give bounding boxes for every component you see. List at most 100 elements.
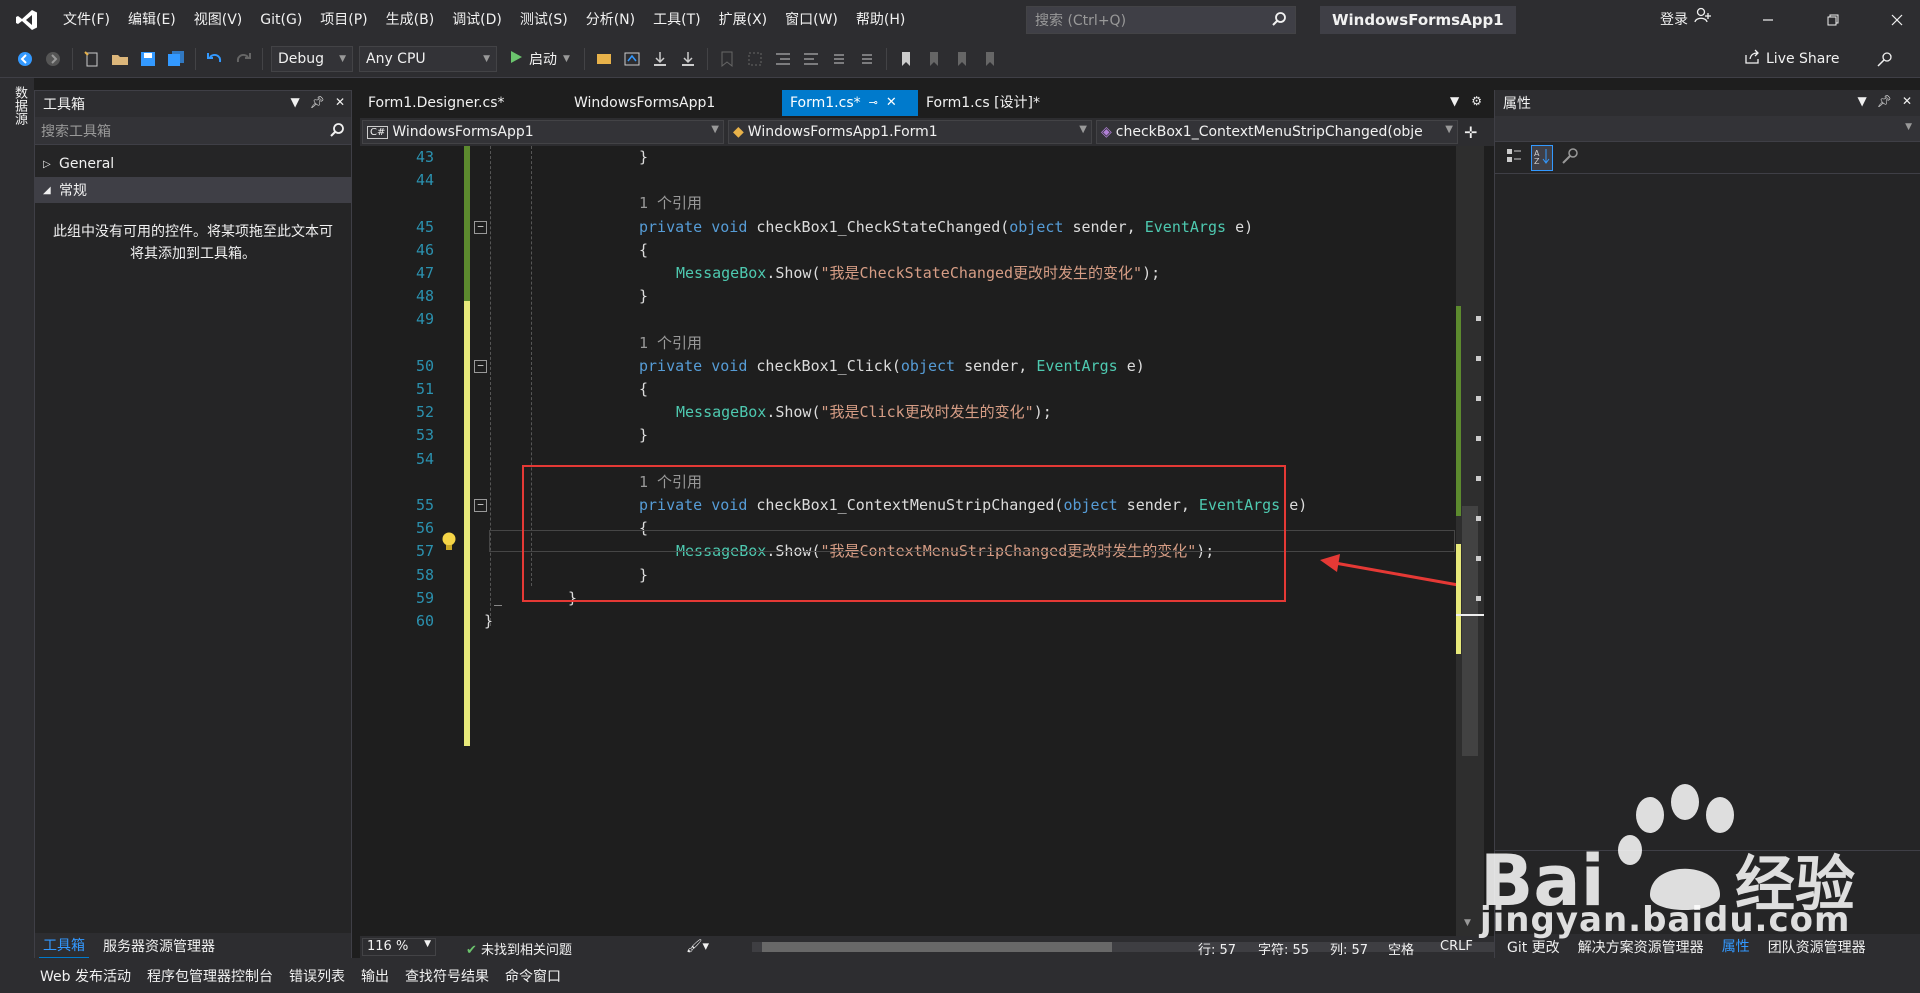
close-icon[interactable]: ✕ bbox=[335, 95, 345, 109]
login-button[interactable]: 登录 bbox=[1660, 0, 1712, 40]
menu-item[interactable]: 生成(B) bbox=[377, 0, 444, 40]
menu-item[interactable]: 扩展(X) bbox=[710, 0, 777, 40]
bottom-tool-window-tab[interactable]: 输出 bbox=[361, 966, 389, 986]
line-number: 49 bbox=[415, 310, 434, 329]
back-icon[interactable] bbox=[14, 48, 36, 70]
bottom-tool-window-tab[interactable]: 程序包管理器控制台 bbox=[147, 966, 273, 986]
toolbox-search-input[interactable]: 搜索工具箱 bbox=[35, 117, 351, 145]
lightbulb-icon[interactable] bbox=[440, 531, 458, 557]
search-input[interactable]: 搜索 (Ctrl+Q) bbox=[1026, 6, 1296, 34]
comment-icon[interactable] bbox=[828, 48, 850, 70]
toolbox-group-general[interactable]: ▷ General bbox=[35, 151, 351, 177]
class-dropdown[interactable]: ◆ WindowsFormsApp1.Form1 ▼ bbox=[728, 120, 1092, 144]
close-icon[interactable]: ✕ bbox=[886, 90, 897, 116]
menu-item[interactable]: Git(G) bbox=[251, 0, 311, 40]
menu-item[interactable]: 工具(T) bbox=[644, 0, 709, 40]
menu-item[interactable]: 测试(S) bbox=[511, 0, 577, 40]
chevron-down-icon: ▼ bbox=[424, 939, 431, 949]
close-button[interactable] bbox=[1874, 0, 1920, 40]
whitespace-indicator[interactable]: 空格 bbox=[1388, 939, 1414, 958]
tab-windowsformsapp1[interactable]: WindowsFormsApp1 bbox=[566, 90, 782, 116]
collapse-icon[interactable]: − bbox=[474, 359, 487, 373]
search-icon[interactable] bbox=[329, 122, 345, 142]
bottom-tool-window-tab[interactable]: 错误列表 bbox=[289, 966, 345, 986]
codelens-references[interactable]: 1 个引用 bbox=[639, 192, 702, 215]
split-window-icon[interactable]: ✛ bbox=[1464, 123, 1477, 142]
menu-item[interactable]: 窗口(W) bbox=[776, 0, 847, 40]
clear-bookmarks-icon[interactable] bbox=[979, 48, 1001, 70]
platform-select[interactable]: Any CPU ▼ bbox=[359, 45, 497, 72]
menu-item[interactable]: 帮助(H) bbox=[847, 0, 914, 40]
menu-item[interactable]: 文件(F) bbox=[54, 0, 119, 40]
property-pages-icon[interactable] bbox=[1561, 147, 1579, 169]
live-share-button[interactable]: Live Share bbox=[1744, 49, 1839, 69]
brush-icon[interactable]: 🖌︎▾ bbox=[686, 939, 709, 954]
codelens-references[interactable]: 1 个引用 bbox=[639, 332, 702, 355]
bottom-tool-window-tab[interactable]: Web 发布活动 bbox=[40, 966, 131, 986]
user-add-icon bbox=[1694, 0, 1712, 40]
tab-form1-design[interactable]: Form1.cs [设计]* bbox=[918, 90, 1098, 116]
tab-form1-cs[interactable]: Form1.cs* ⊸ ✕ bbox=[782, 90, 918, 116]
member-dropdown[interactable]: ◈ checkBox1_ContextMenuStripChanged(obje… bbox=[1096, 120, 1458, 144]
line-number: 59 bbox=[415, 588, 434, 607]
save-all-icon[interactable] bbox=[165, 48, 187, 70]
gear-icon[interactable]: ⚙ bbox=[1471, 94, 1482, 108]
bottom-tool-window-tab[interactable]: 查找符号结果 bbox=[405, 966, 489, 986]
bookmark-icon[interactable] bbox=[895, 48, 917, 70]
start-button[interactable]: 启动 ▼ bbox=[503, 49, 576, 69]
configuration-select[interactable]: Debug ▼ bbox=[271, 45, 353, 72]
collapse-icon[interactable]: − bbox=[474, 220, 487, 234]
toolbox-group-common[interactable]: ◢ 常规 bbox=[35, 177, 351, 203]
bookmark-toggle-icon[interactable] bbox=[716, 48, 738, 70]
project-dropdown[interactable]: C# WindowsFormsApp1 ▼ bbox=[362, 120, 724, 144]
horizontal-scrollbar[interactable] bbox=[752, 942, 1532, 952]
tab-toolbox[interactable]: 工具箱 bbox=[39, 933, 89, 959]
uncomment-icon[interactable] bbox=[856, 48, 878, 70]
collapse-icon[interactable]: − bbox=[474, 499, 487, 512]
minimize-button[interactable] bbox=[1745, 0, 1791, 40]
step-into-icon[interactable] bbox=[649, 48, 671, 70]
pin-icon[interactable]: ⊸ bbox=[869, 90, 878, 116]
outdent-icon[interactable] bbox=[800, 48, 822, 70]
menu-item[interactable]: 视图(V) bbox=[185, 0, 252, 40]
bottom-tool-window-tab[interactable]: 命令窗口 bbox=[505, 966, 561, 986]
forward-icon[interactable] bbox=[42, 48, 64, 70]
menu-item[interactable]: 编辑(E) bbox=[119, 0, 185, 40]
restore-button[interactable] bbox=[1810, 0, 1856, 40]
properties-object-select[interactable]: ▼ bbox=[1495, 116, 1920, 142]
next-bookmark-icon[interactable] bbox=[951, 48, 973, 70]
feedback-icon[interactable] bbox=[1876, 50, 1894, 72]
menu-item[interactable]: 分析(N) bbox=[577, 0, 644, 40]
data-sources-tab[interactable]: 数据源 bbox=[10, 86, 29, 125]
open-folder-icon[interactable] bbox=[109, 48, 131, 70]
panel-menu-icon[interactable]: ▼ bbox=[290, 95, 299, 109]
panel-menu-icon[interactable]: ▼ bbox=[1857, 94, 1866, 108]
alphabetical-icon[interactable]: AZ bbox=[1531, 144, 1553, 171]
visual-studio-logo-icon[interactable] bbox=[0, 0, 54, 40]
issues-indicator[interactable]: ✔ 未找到相关问题 bbox=[466, 939, 572, 958]
save-icon[interactable] bbox=[137, 48, 159, 70]
pin-icon[interactable]: 📌︎ bbox=[1877, 94, 1892, 108]
eol-indicator[interactable]: CRLF bbox=[1440, 939, 1473, 954]
undo-icon[interactable] bbox=[204, 48, 226, 70]
tab-server-explorer[interactable]: 服务器资源管理器 bbox=[99, 934, 219, 958]
menu-item[interactable]: 调试(D) bbox=[443, 0, 511, 40]
close-icon[interactable]: ✕ bbox=[1902, 94, 1912, 108]
indent-icon[interactable] bbox=[772, 48, 794, 70]
tab-list-icon[interactable]: ▼ bbox=[1450, 94, 1459, 108]
categorized-icon[interactable] bbox=[1505, 147, 1523, 169]
scrollbar-thumb[interactable] bbox=[1462, 506, 1478, 756]
scrollbar-thumb[interactable] bbox=[762, 942, 1112, 952]
prev-bookmark-icon[interactable] bbox=[923, 48, 945, 70]
step-over-icon[interactable] bbox=[677, 48, 699, 70]
search-icon[interactable] bbox=[1271, 11, 1287, 31]
tab-form1-designer[interactable]: Form1.Designer.cs* bbox=[360, 90, 566, 116]
redo-icon[interactable] bbox=[232, 48, 254, 70]
zoom-select[interactable]: 116 % ▼ bbox=[362, 938, 436, 956]
new-project-icon[interactable] bbox=[81, 48, 103, 70]
pin-icon[interactable]: 📌︎ bbox=[310, 95, 325, 109]
align-grid-icon[interactable] bbox=[744, 48, 766, 70]
menu-item[interactable]: 项目(P) bbox=[311, 0, 376, 40]
home-icon[interactable] bbox=[621, 48, 643, 70]
browser-link-icon[interactable] bbox=[593, 48, 615, 70]
